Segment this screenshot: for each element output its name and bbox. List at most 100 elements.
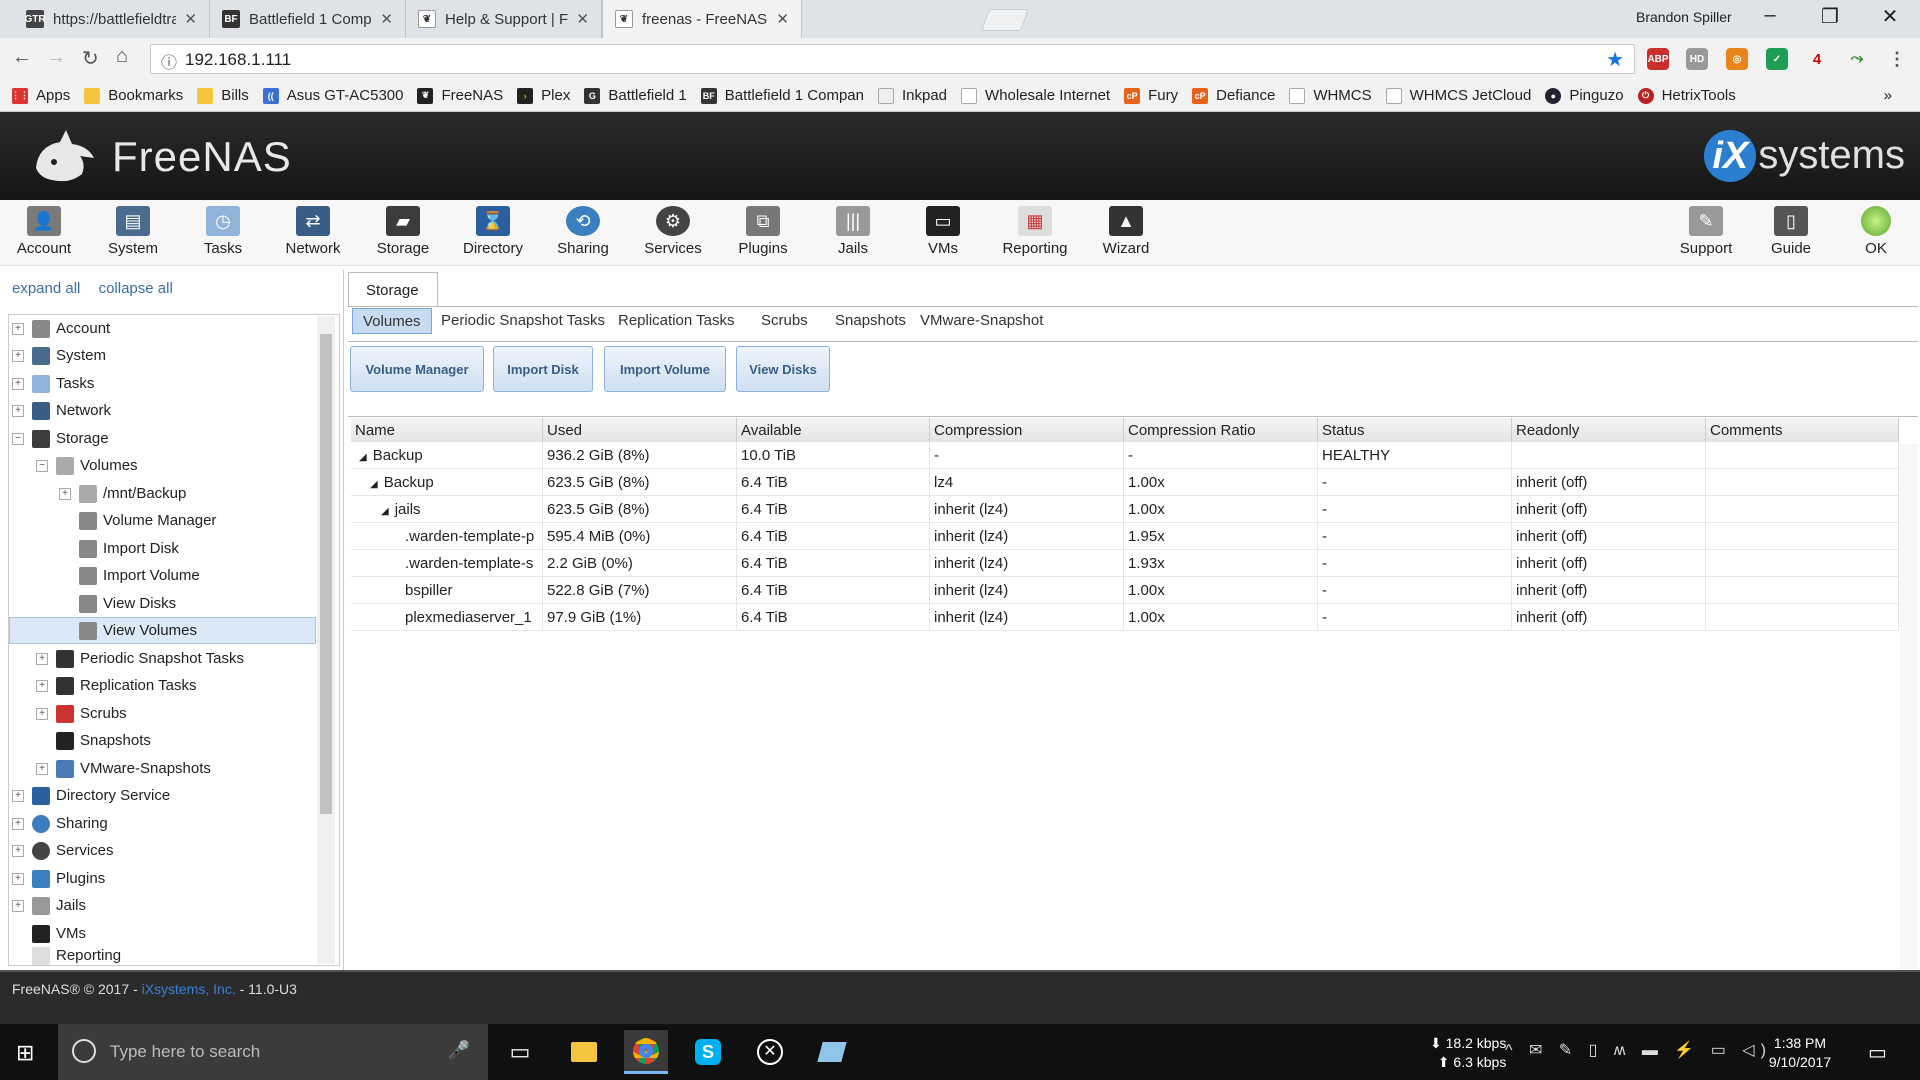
tree-expander-icon[interactable]: ◢ <box>359 452 367 463</box>
system-tray-icons[interactable]: ^ ✉ ✎ ▯ ʍ ▬ ⚡ ▭ ◁) <box>1505 1040 1772 1060</box>
tree-item-view-disks[interactable]: View Disks <box>79 590 176 617</box>
xbox-icon[interactable]: ✕ <box>748 1030 792 1074</box>
toolbar-services-button[interactable]: ⚙ Services <box>633 206 713 257</box>
bookmark-bf1-companion[interactable]: BF Battlefield 1 Compan <box>700 87 864 104</box>
bookmark-bookmarks[interactable]: Bookmarks <box>84 87 183 104</box>
toolbar-vms-button[interactable]: ▭ VMs <box>903 206 983 257</box>
column-header-name[interactable]: Name <box>351 418 543 442</box>
toolbar-wizard-button[interactable]: ▲ Wizard <box>1086 206 1166 257</box>
toolbar-jails-button[interactable]: ||| Jails <box>813 206 893 257</box>
expand-icon[interactable]: + <box>36 762 48 775</box>
column-header-compression[interactable]: Compression <box>930 418 1124 442</box>
bookmark-star-icon[interactable]: ★ <box>1606 47 1624 72</box>
tree-item-network[interactable]: + Network <box>12 397 111 424</box>
column-header-compression-ratio[interactable]: Compression Ratio <box>1124 418 1318 442</box>
minimize-icon[interactable]: – <box>1745 4 1795 27</box>
column-header-available[interactable]: Available <box>737 418 930 442</box>
column-header-comments[interactable]: Comments <box>1706 418 1899 442</box>
bookmark-wholesale-internet[interactable]: Wholesale Internet <box>961 87 1110 104</box>
table-row[interactable]: bspiller 522.8 GiB (7%) 6.4 TiB inherit … <box>351 577 1899 604</box>
close-icon[interactable]: ✕ <box>184 10 197 28</box>
expand-icon[interactable]: + <box>12 844 24 857</box>
new-tab-button[interactable] <box>980 9 1030 31</box>
toolbar-plugins-button[interactable]: ⧉ Plugins <box>723 206 803 257</box>
tree-item-plugins[interactable]: + Plugins <box>12 865 105 892</box>
table-row[interactable]: .warden-template-s 2.2 GiB (0%) 6.4 TiB … <box>351 550 1899 577</box>
tree-item-account[interactable]: + Account <box>12 315 110 342</box>
toolbar-reporting-button[interactable]: ▦ Reporting <box>995 206 1075 257</box>
expand-icon[interactable]: + <box>12 404 24 417</box>
bookmark-apps[interactable]: ⋮⋮ Apps <box>11 87 70 104</box>
tree-item-system[interactable]: + System <box>12 342 106 369</box>
taskbar-search[interactable]: Type here to search 🎤 <box>58 1024 488 1080</box>
tree-item-jails[interactable]: + Jails <box>12 892 86 919</box>
table-row[interactable]: ◢ jails 623.5 GiB (8%) 6.4 TiB inherit (l… <box>351 496 1899 523</box>
bookmark-fury[interactable]: cP Fury <box>1124 87 1178 104</box>
shield-extension-icon[interactable]: ✓ <box>1766 48 1788 70</box>
tree-item-mnt-backup[interactable]: + /mnt/Backup <box>59 480 186 507</box>
subtab-replication-tasks[interactable]: Replication Tasks <box>618 308 734 334</box>
bookmark-defiance[interactable]: cP Defiance <box>1192 87 1275 104</box>
close-icon[interactable]: ✕ <box>576 10 589 28</box>
expand-icon[interactable]: + <box>59 487 71 500</box>
tree-item-replication-tasks[interactable]: + Replication Tasks <box>36 672 196 699</box>
close-icon[interactable]: ✕ <box>776 10 789 28</box>
expand-icon[interactable]: + <box>12 322 24 335</box>
column-header-used[interactable]: Used <box>543 418 737 442</box>
tree-scrollbar[interactable] <box>317 316 335 964</box>
file-explorer-icon[interactable] <box>562 1030 606 1074</box>
bookmarks-overflow-icon[interactable]: » <box>1884 87 1892 104</box>
import-disk-button[interactable]: Import Disk <box>493 346 593 392</box>
bookmark-hetrixtools[interactable]: ⏻ HetrixTools <box>1637 87 1736 104</box>
tree-item-scrubs[interactable]: + Scrubs <box>36 700 127 727</box>
subtab-scrubs[interactable]: Scrubs <box>761 308 808 334</box>
expand-icon[interactable]: + <box>12 817 24 830</box>
column-header-status[interactable]: Status <box>1318 418 1512 442</box>
table-row[interactable]: ◢ Backup 623.5 GiB (8%) 6.4 TiB lz4 1.00x… <box>351 469 1899 496</box>
expand-icon[interactable]: + <box>12 349 24 362</box>
footer-company-link[interactable]: iXsystems, Inc. <box>142 981 236 997</box>
bookmark-inkpad[interactable]: Inkpad <box>877 87 947 104</box>
bookmark-whmcs[interactable]: WHMCS <box>1289 87 1372 104</box>
toolbar-sharing-button[interactable]: ⟲ Sharing <box>543 206 623 257</box>
subtab-periodic-snapshot-tasks[interactable]: Periodic Snapshot Tasks <box>441 308 605 334</box>
expand-icon[interactable]: + <box>12 377 24 390</box>
expand-icon[interactable]: + <box>36 679 48 692</box>
tree-item-view-volumes[interactable]: View Volumes <box>9 617 316 644</box>
expand-icon[interactable]: + <box>12 789 24 802</box>
collapse-icon[interactable]: − <box>36 459 48 472</box>
restore-icon[interactable]: ❐ <box>1805 4 1855 29</box>
subtab-snapshots[interactable]: Snapshots <box>835 308 906 334</box>
toolbar-alert-ok-button[interactable]: OK <box>1836 206 1916 257</box>
tree-item-sharing[interactable]: + Sharing <box>12 810 108 837</box>
home-icon[interactable]: ⌂ <box>116 45 128 68</box>
tree-item-volume-manager[interactable]: Volume Manager <box>79 507 216 534</box>
tree-item-import-volume[interactable]: Import Volume <box>79 562 200 589</box>
table-row[interactable]: .warden-template-p 595.4 MiB (0%) 6.4 Ti… <box>351 523 1899 550</box>
back-icon[interactable]: ← <box>12 46 32 69</box>
bookmark-freenas[interactable]: ❦ FreeNAS <box>417 87 503 104</box>
bookmark-asus[interactable]: ((Asus GT-AC5300 <box>262 87 403 104</box>
import-volume-button[interactable]: Import Volume <box>604 346 726 392</box>
reload-icon[interactable]: ↻ <box>82 46 99 71</box>
tab-storage[interactable]: Storage <box>348 272 438 306</box>
menu-kebab-icon[interactable]: ⋮ <box>1886 48 1908 70</box>
volume-manager-button[interactable]: Volume Manager <box>350 346 484 392</box>
address-bar[interactable]: ⓘ 192.168.1.111 ★ <box>150 44 1635 74</box>
bookmark-bills[interactable]: Bills <box>197 87 249 104</box>
bookmark-battlefield-1[interactable]: G Battlefield 1 <box>584 87 687 104</box>
toolbar-tasks-button[interactable]: ◷ Tasks <box>183 206 263 257</box>
hd-extension-icon[interactable]: HD <box>1686 48 1708 70</box>
extension-orange-icon[interactable]: ◎ <box>1726 48 1748 70</box>
bookmark-pinguzo[interactable]: ● Pinguzo <box>1545 87 1624 104</box>
tree-item-directory-service[interactable]: + Directory Service <box>12 782 170 809</box>
browser-tab-help-support[interactable]: ❦ Help & Support | FreeNA ✕ <box>406 0 602 38</box>
collapse-icon[interactable]: − <box>12 432 24 445</box>
subtab-vmware-snapshot[interactable]: VMware-Snapshot <box>920 308 1043 334</box>
skype-icon[interactable]: S <box>686 1030 730 1074</box>
expand-icon[interactable]: + <box>36 652 48 665</box>
tree-item-snapshots[interactable]: Snapshots <box>56 727 151 754</box>
tree-item-storage[interactable]: − Storage <box>12 425 109 452</box>
toolbar-system-button[interactable]: ▤ System <box>93 206 173 257</box>
expand-all-link[interactable]: expand all <box>12 280 80 297</box>
